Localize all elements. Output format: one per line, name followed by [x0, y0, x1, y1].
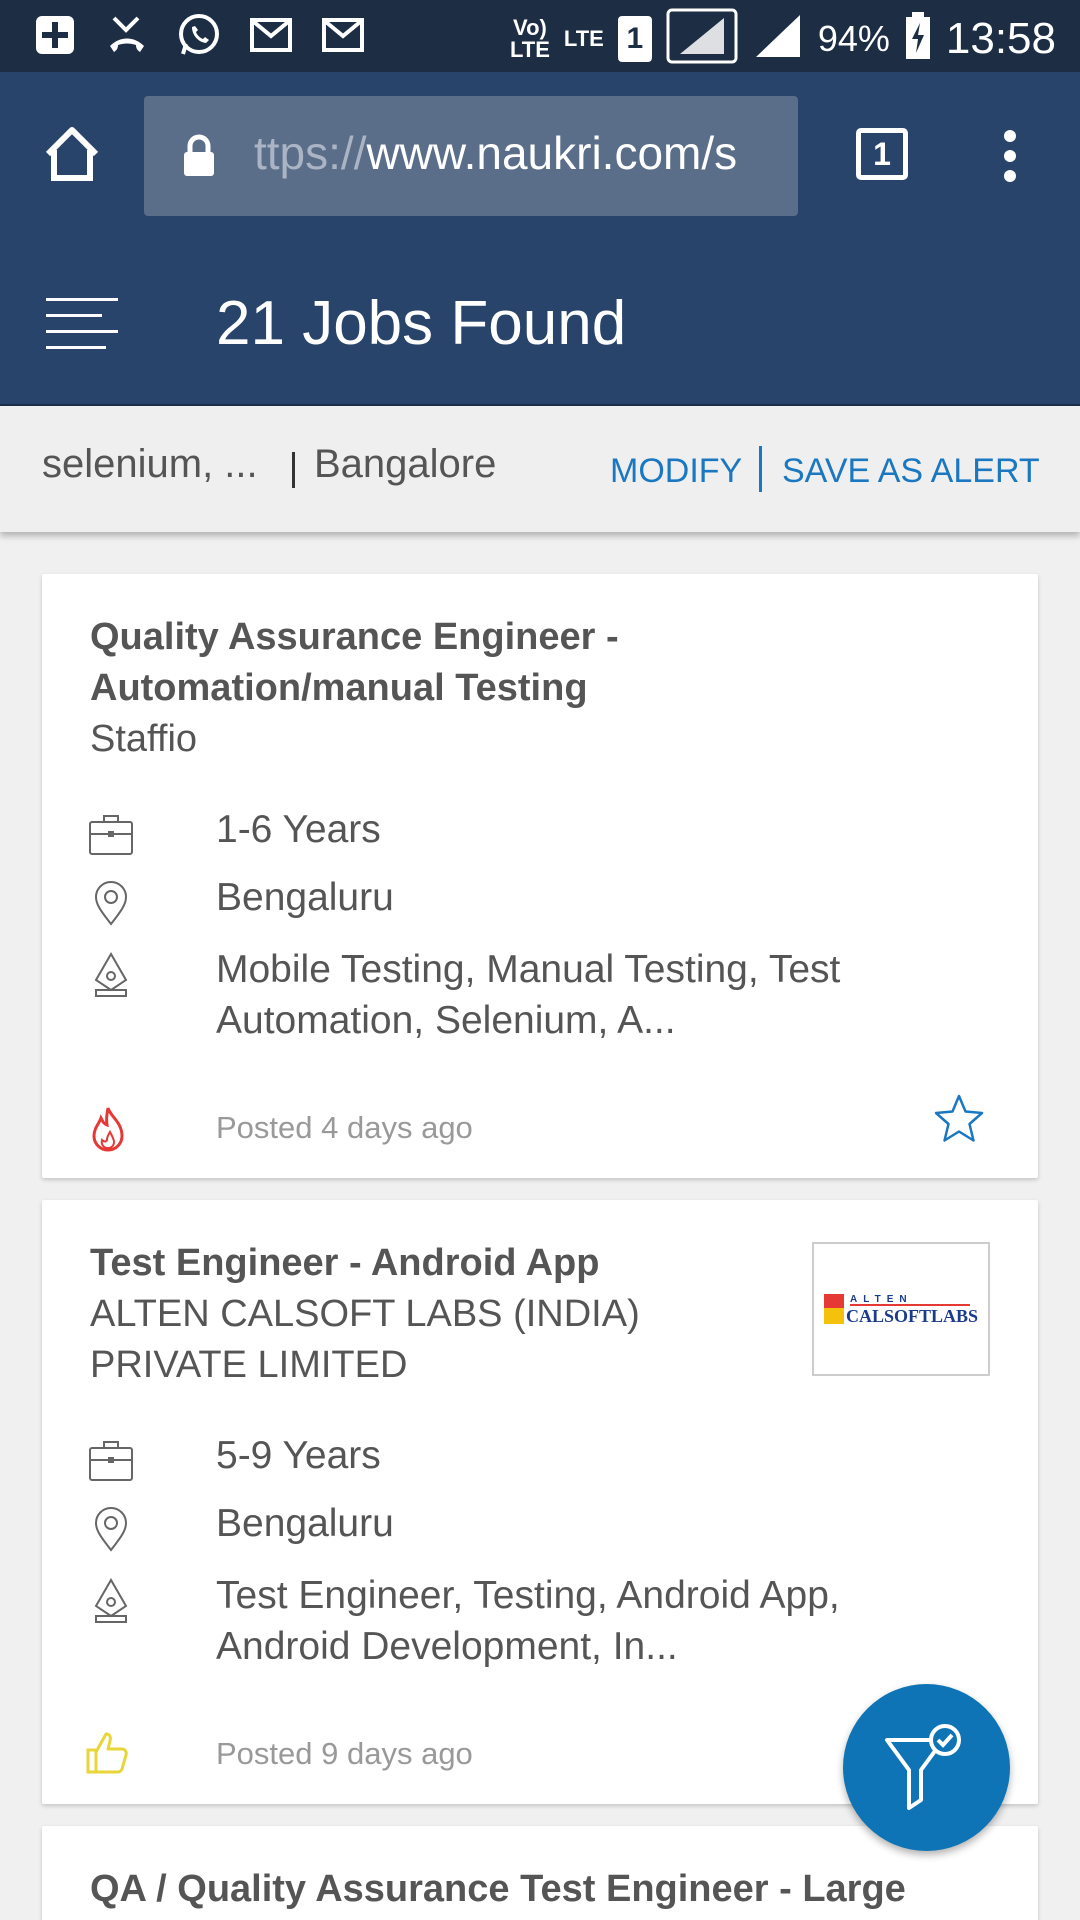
job-card[interactable]: Quality Assurance Engineer - Automation/…: [42, 574, 1038, 1178]
star-icon[interactable]: [932, 1092, 986, 1146]
job-location: Bengaluru: [216, 876, 394, 919]
experience: 1-6 Years: [216, 808, 381, 851]
company-name: Staffio: [90, 718, 198, 760]
experience: 5-9 Years: [216, 1434, 381, 1477]
job-title[interactable]: Test Engineer - Android App: [90, 1238, 710, 1289]
address-bar[interactable]: ttps://www.naukri.com/s: [144, 96, 798, 216]
posted-date: Posted 4 days ago: [216, 1110, 473, 1145]
signal-icon: [752, 11, 804, 66]
job-location: Bengaluru: [216, 1502, 394, 1545]
app-header: 21 Jobs Found: [0, 240, 1080, 406]
overflow-menu-button[interactable]: [990, 126, 1030, 186]
skills: Mobile Testing, Manual Testing, Test Aut…: [216, 948, 841, 1042]
more-vert-icon: [1004, 130, 1016, 182]
divider: [292, 452, 295, 488]
modify-button[interactable]: MODIFY: [610, 452, 742, 491]
hamburger-icon: [46, 298, 118, 349]
gmail-icon: [318, 12, 368, 58]
add-icon: [30, 12, 80, 58]
url-text: ttps://www.naukri.com/s: [254, 127, 738, 179]
company-name: ALTEN CALSOFT LABS (INDIA) PRIVATE LIMIT…: [90, 1293, 640, 1386]
lte-indicator: LTE: [563, 25, 604, 51]
search-location: Bangalore: [314, 442, 497, 486]
skills-icon: [94, 1578, 128, 1623]
browser-toolbar: ttps://www.naukri.com/s 1: [0, 72, 1080, 240]
battery-charging-icon: [904, 11, 932, 66]
battery-percent: 94%: [817, 17, 890, 59]
filter-button[interactable]: [843, 1684, 1010, 1851]
system-indicators: Vo) LTE LTE 1 94% 13:58: [510, 8, 1056, 69]
svg-text:CALSOFTLABS: CALSOFTLABS: [846, 1306, 978, 1326]
briefcase-icon: [89, 815, 133, 855]
home-button[interactable]: [40, 122, 104, 186]
tab-switcher-button[interactable]: 1: [856, 128, 908, 180]
notification-icons: [30, 12, 368, 58]
job-title[interactable]: Quality Assurance Engineer - Automation/…: [90, 612, 710, 714]
clock: 13:58: [945, 13, 1056, 63]
whatsapp-icon: [174, 12, 224, 58]
posted-date: Posted 9 days ago: [216, 1736, 473, 1771]
status-bar: Vo) LTE LTE 1 94% 13:58: [0, 0, 1080, 72]
briefcase-icon: [89, 1441, 133, 1481]
search-summary-bar: selenium, ... Bangalore MODIFY SAVE AS A…: [0, 406, 1080, 532]
missed-call-icon: [102, 12, 152, 58]
job-title[interactable]: QA / Quality Assurance Test Engineer - L…: [90, 1864, 1010, 1915]
company-logo: ALTEN CALSOFTLABS: [812, 1242, 990, 1376]
hot-job-icon: [92, 1107, 124, 1152]
lock-icon: [184, 134, 214, 176]
location-pin-icon: [94, 881, 128, 926]
menu-button[interactable]: [46, 294, 122, 354]
skills-icon: [94, 952, 128, 997]
filter-icon: [885, 1724, 961, 1810]
save-as-alert-button[interactable]: SAVE AS ALERT: [782, 452, 1040, 491]
home-icon: [45, 127, 99, 181]
search-keyword: selenium, ...: [42, 442, 258, 486]
thumbs-up-icon: [86, 1732, 128, 1774]
svg-text:ALTEN: ALTEN: [850, 1294, 913, 1305]
signal-icon: [666, 8, 738, 69]
sim-indicator: 1: [617, 15, 652, 62]
volte-indicator: Vo) LTE: [509, 14, 550, 62]
page-title: 21 Jobs Found: [216, 289, 627, 358]
gmail-icon: [246, 12, 296, 58]
divider: [759, 446, 762, 492]
skills: Test Engineer, Testing, Android App, And…: [216, 1574, 840, 1668]
location-pin-icon: [94, 1507, 128, 1552]
